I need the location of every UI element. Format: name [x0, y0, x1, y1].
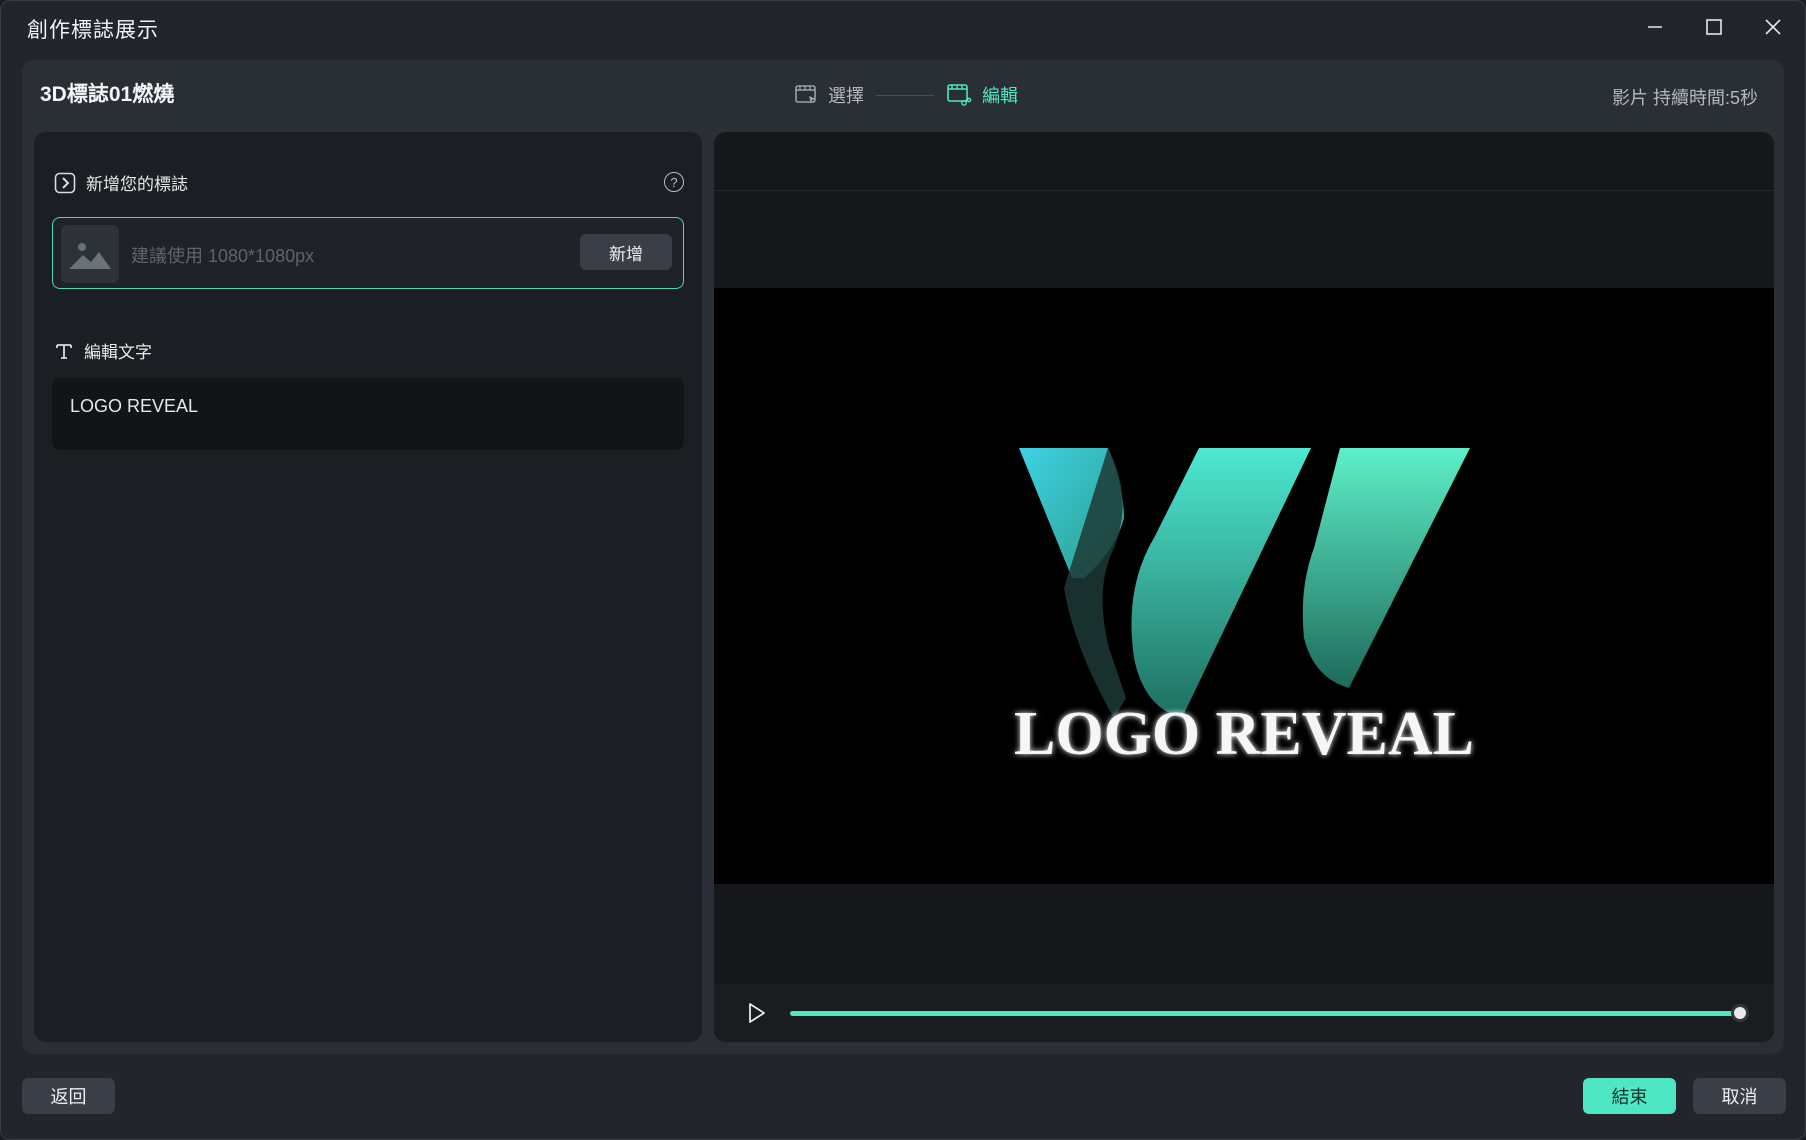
logo-caption: LOGO REVEAL — [1014, 700, 1474, 768]
text-section-title: 編輯文字 — [84, 343, 152, 362]
maximize-icon — [1706, 19, 1722, 35]
play-button[interactable] — [742, 998, 772, 1028]
step-indicator: 選擇 編輯 — [794, 80, 1018, 110]
video-preview: LOGO REVEAL — [714, 288, 1774, 884]
film-edit-icon — [947, 84, 972, 106]
step-connector — [876, 94, 934, 96]
logo-upload-field[interactable]: 建議使用 1080*1080px 新增 — [52, 217, 684, 289]
progress-knob[interactable] — [1731, 1004, 1749, 1022]
text-section-header: 編輯文字 — [54, 338, 152, 363]
step-select[interactable]: 選擇 — [794, 82, 864, 108]
window-title: 創作標誌展示 — [27, 19, 159, 42]
logo-right-stroke — [1302, 448, 1470, 688]
step-select-label: 選擇 — [828, 86, 864, 106]
image-placeholder-icon — [69, 243, 111, 269]
logo-thumbnail[interactable] — [61, 225, 119, 283]
play-icon — [749, 1003, 765, 1023]
main-panel: 3D標誌01燃燒 選擇 編輯 影片 持續時間:5秒 新增您的標誌 ? 建議使用 … — [22, 60, 1784, 1054]
finish-button[interactable]: 結束 — [1583, 1078, 1676, 1114]
logo-middle-stroke — [1131, 448, 1311, 718]
logo-section-title: 新增您的標誌 — [86, 175, 188, 194]
logo-section-header: 新增您的標誌 — [54, 170, 188, 195]
close-button[interactable] — [1753, 9, 1793, 45]
help-icon[interactable]: ? — [664, 172, 684, 192]
settings-panel: 新增您的標誌 ? 建議使用 1080*1080px 新增 編輯文字 LOGO R… — [34, 132, 702, 1042]
close-icon — [1765, 19, 1781, 35]
step-edit[interactable]: 編輯 — [946, 82, 1018, 108]
preview-panel: LOGO REVEAL — [714, 132, 1774, 1042]
back-button[interactable]: 返回 — [22, 1078, 115, 1114]
logo-reveal-artwork: LOGO REVEAL — [1014, 448, 1474, 768]
maximize-button[interactable] — [1694, 9, 1734, 45]
preview-divider — [714, 190, 1774, 191]
minimize-button[interactable] — [1635, 9, 1675, 45]
add-logo-button[interactable]: 新增 — [580, 234, 672, 270]
progress-fill — [790, 1011, 1740, 1016]
minimize-icon — [1648, 26, 1662, 28]
logo-size-hint: 建議使用 1080*1080px — [131, 246, 315, 266]
video-duration: 影片 持續時間:5秒 — [1611, 88, 1758, 108]
logo-reveal-dialog: 創作標誌展示 3D標誌01燃燒 選擇 編輯 影片 持續時間:5秒 新增您的標誌 … — [0, 0, 1806, 1140]
add-logo-icon — [54, 172, 76, 193]
title-bar: 創作標誌展示 — [1, 1, 1805, 53]
cancel-button[interactable]: 取消 — [1693, 1078, 1786, 1114]
step-edit-label: 編輯 — [982, 86, 1018, 106]
text-icon — [56, 343, 72, 359]
progress-track[interactable] — [790, 1011, 1740, 1016]
project-name: 3D標誌01燃燒 — [40, 83, 175, 106]
playback-controls — [714, 984, 1774, 1042]
logo-text-input[interactable]: LOGO REVEAL — [52, 378, 684, 450]
film-select-icon — [795, 85, 816, 104]
